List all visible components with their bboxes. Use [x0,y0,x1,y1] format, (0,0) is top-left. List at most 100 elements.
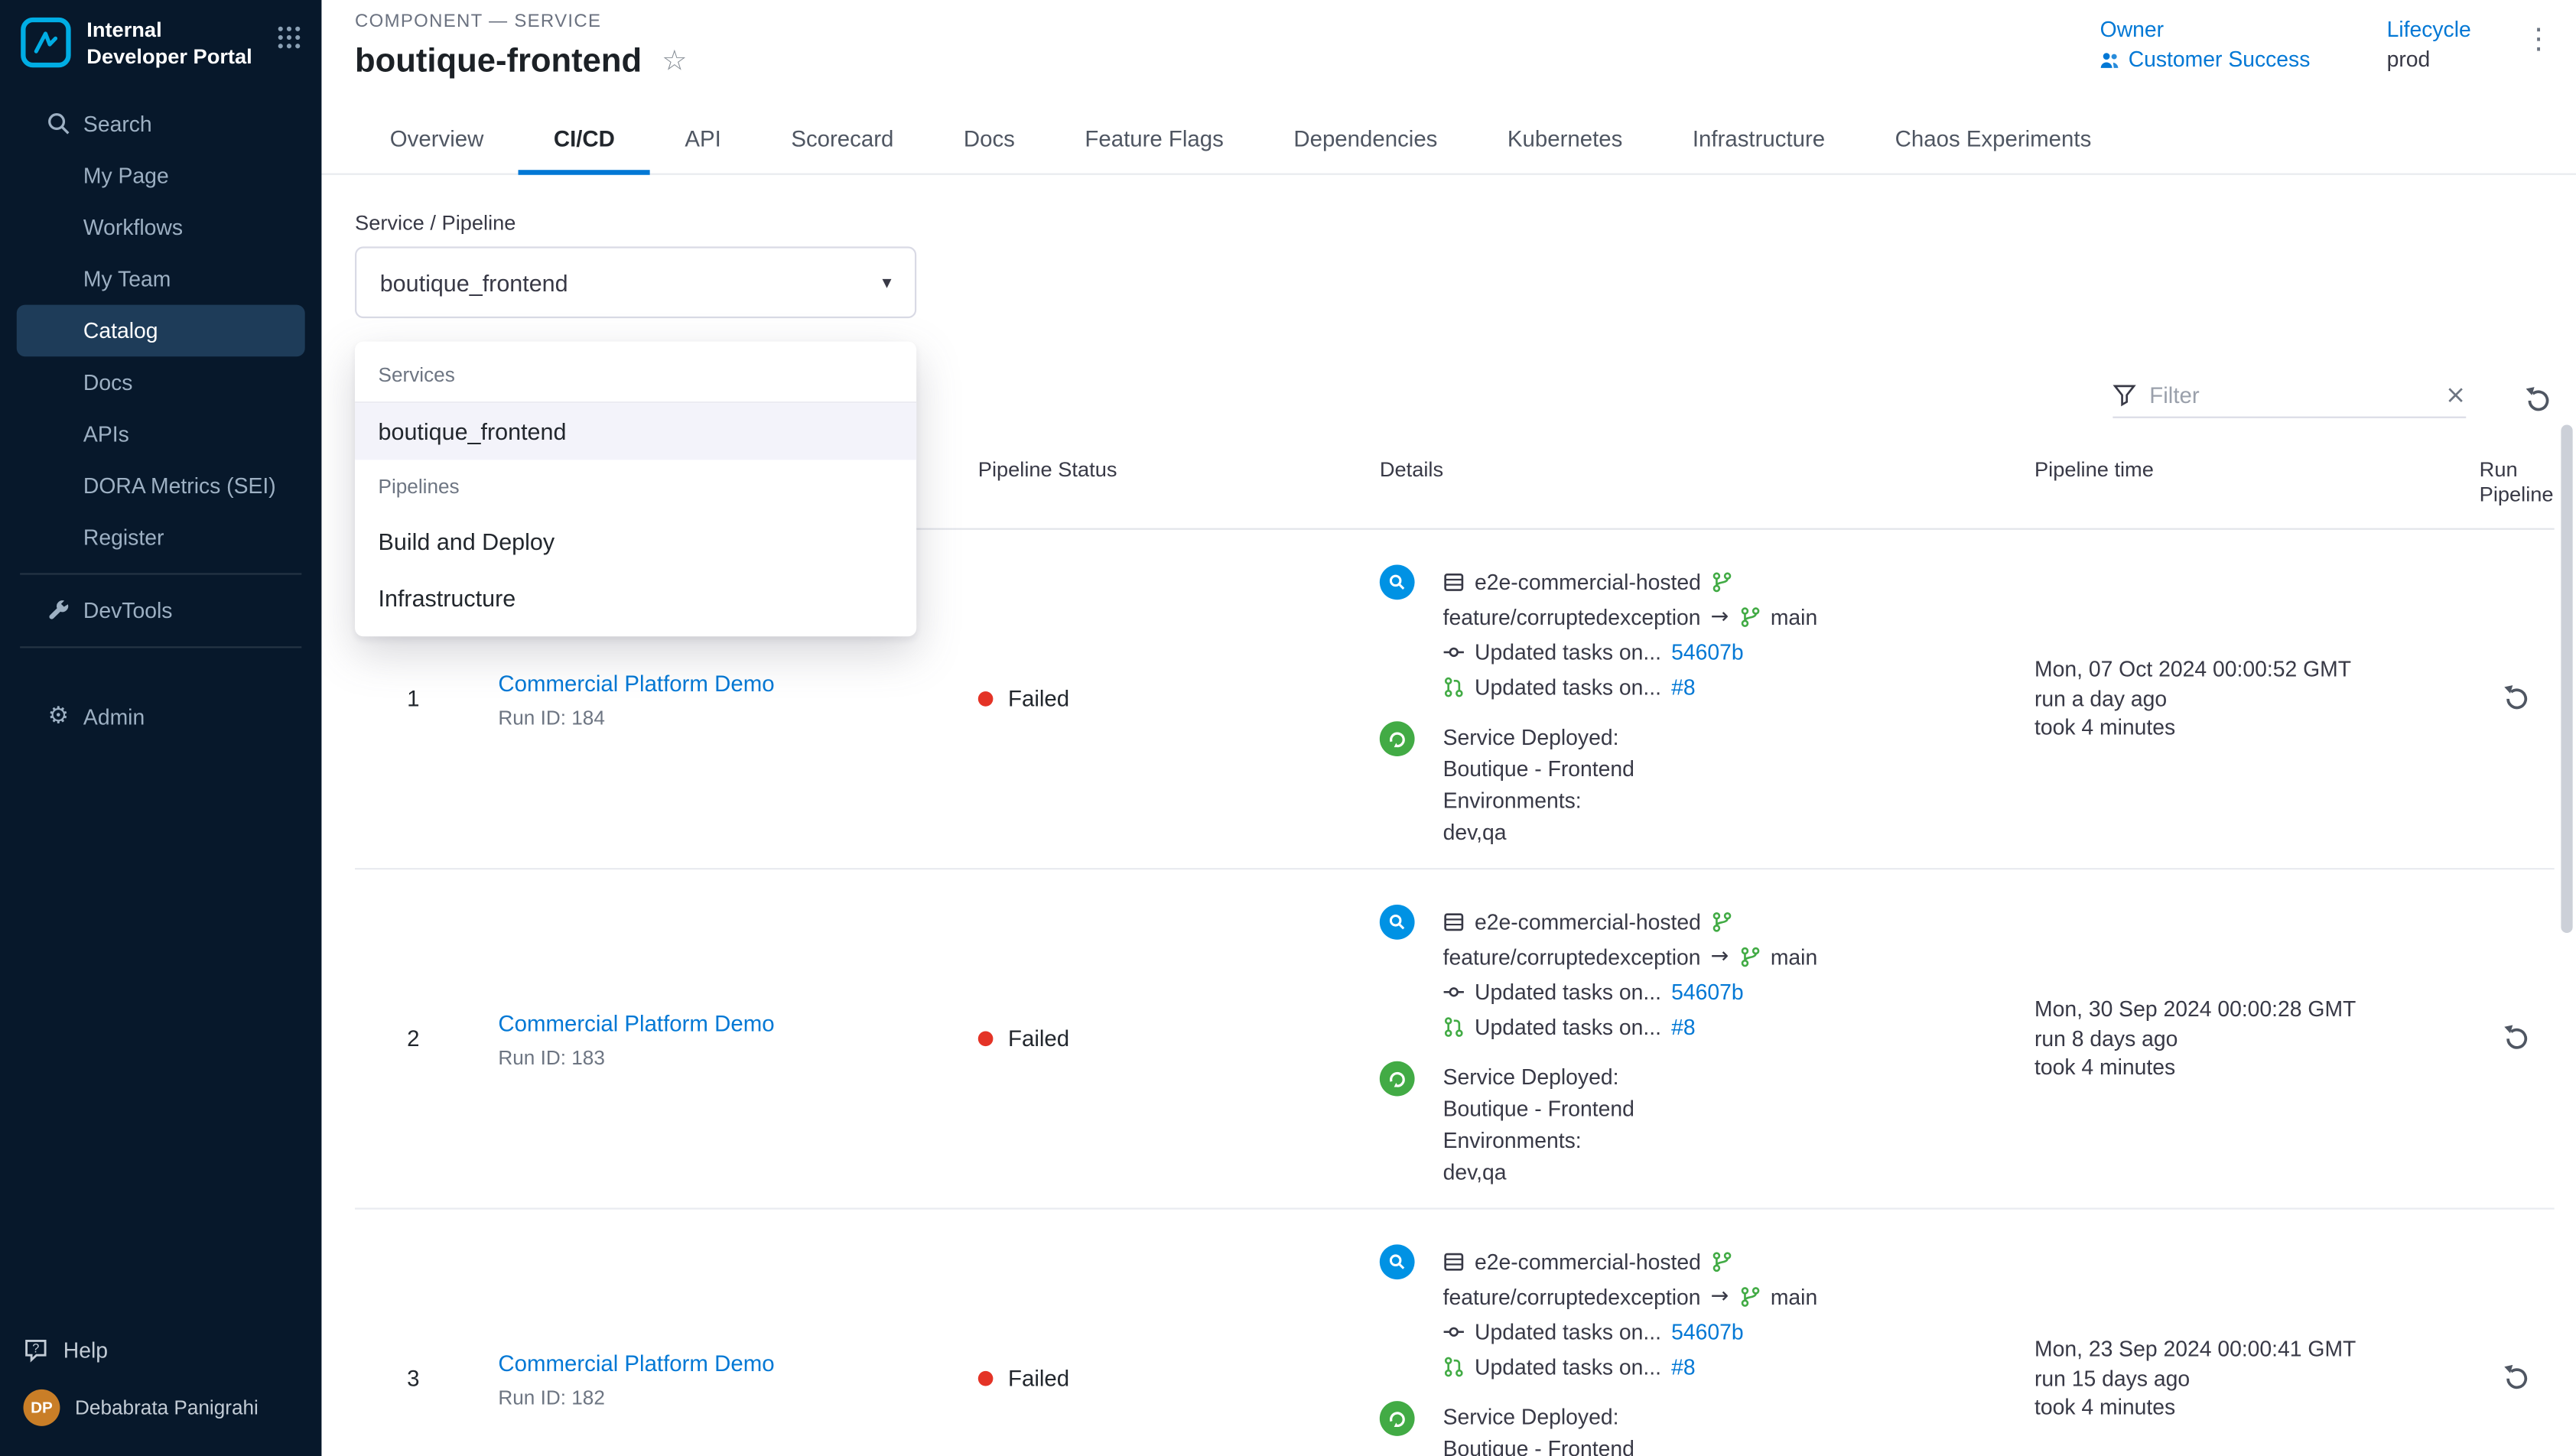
pipeline-select-label: Service / Pipeline [355,212,2555,235]
time-gmt: Mon, 23 Sep 2024 00:00:41 GMT [2034,1335,2480,1364]
user-menu[interactable]: DP Debabrata Panigrahi [0,1376,321,1442]
pr-link[interactable]: #8 [1671,1350,1696,1385]
tab-docs[interactable]: Docs [929,102,1050,174]
status-text: Failed [1008,687,1069,712]
pipeline-time-cell: Mon, 30 Sep 2024 00:00:28 GMT run 8 days… [2034,995,2480,1082]
tab-overview[interactable]: Overview [355,102,519,174]
environments-label: Environments: [1443,785,2034,816]
pull-request-icon [1443,1356,1465,1377]
run-pipeline-button[interactable] [2501,683,2532,714]
column-header-pipeline-status: Pipeline Status [955,458,1355,528]
sidebar-item-catalog[interactable]: Catalog [17,304,305,356]
sidebar-item-label: DevTools [83,597,172,622]
column-header-pipeline-time: Pipeline time [2034,458,2480,528]
tab-cicd[interactable]: CI/CD [519,102,650,174]
commit-message: Updated tasks on... [1475,974,1661,1009]
run-id: Run ID: 183 [498,1045,955,1068]
dropdown-option-boutique-frontend[interactable]: boutique_frontend [355,403,916,460]
sidebar-nav: Search My Page Workflows My Team Catalog… [0,84,321,743]
cd-stage-icon [1380,721,1415,756]
sidebar-item-workflows[interactable]: Workflows [17,201,305,253]
target-branch: main [1771,1279,1817,1315]
sidebar-header: Internal Developer Portal [0,0,321,84]
tab-chaos-experiments[interactable]: Chaos Experiments [1860,102,2126,174]
status-text: Failed [1008,1366,1069,1391]
status-cell: Failed [955,1366,1355,1391]
dropdown-option-build-and-deploy[interactable]: Build and Deploy [355,513,916,570]
dropdown-option-infrastructure[interactable]: Infrastructure [355,570,916,626]
pipeline-name-link[interactable]: Commercial Platform Demo [498,1010,774,1035]
sidebar-item-label: APIs [83,421,129,446]
time-duration: took 4 minutes [2034,1393,2480,1422]
main-panel: COMPONENT — SERVICE boutique-frontend ☆ … [321,0,2576,1456]
sidebar-item-devtools[interactable]: DevTools [17,584,305,636]
source-branch: feature/corruptedexception [1443,600,1701,635]
sidebar-item-label: Docs [83,369,133,395]
divider [20,645,301,647]
pull-request-icon [1443,676,1465,697]
sidebar-footer: Help DP Debabrata Panigrahi [0,1324,321,1456]
time-gmt: Mon, 30 Sep 2024 00:00:28 GMT [2034,995,2480,1024]
filter-field: × [2113,382,2466,418]
kebab-menu-icon[interactable]: ⋮ [2524,17,2552,57]
pipeline-name-link[interactable]: Commercial Platform Demo [498,1350,774,1376]
pipeline-select[interactable]: boutique_frontend ▾ [355,246,916,318]
commit-link[interactable]: 54607b [1671,1315,1744,1350]
sidebar-item-my-page[interactable]: My Page [17,149,305,201]
git-branch-icon [1738,1286,1760,1308]
clear-filter-icon[interactable]: × [2445,382,2466,408]
owner-link[interactable]: Customer Success [2100,47,2311,72]
pipeline-select-dropdown: Services boutique_frontend Pipelines Bui… [355,342,916,637]
commit-link[interactable]: 54607b [1671,635,1744,670]
tab-dependencies[interactable]: Dependencies [1259,102,1473,174]
tab-kubernetes[interactable]: Kubernetes [1472,102,1657,174]
scrollbar-thumb[interactable] [2561,425,2572,933]
commit-link[interactable]: 54607b [1671,974,1744,1009]
status-cell: Failed [955,687,1355,712]
pr-message: Updated tasks on... [1475,1009,1661,1045]
tab-infrastructure[interactable]: Infrastructure [1657,102,1860,174]
sidebar-item-docs[interactable]: Docs [17,356,305,408]
deploy-swirl-icon [1387,1068,1408,1089]
sidebar-item-admin[interactable]: ⚙ Admin [17,691,305,743]
sidebar-item-dora-metrics[interactable]: DORA Metrics (SEI) [17,459,305,511]
tab-feature-flags[interactable]: Feature Flags [1050,102,1259,174]
status-text: Failed [1008,1026,1069,1051]
sidebar-item-apis[interactable]: APIs [17,408,305,460]
sidebar-item-my-team[interactable]: My Team [17,252,305,304]
failed-status-dot [978,691,994,707]
refresh-button[interactable] [2522,384,2554,415]
repo-icon [1443,1251,1465,1272]
sidebar-item-register[interactable]: Register [17,511,305,563]
environments-value: dev,qa [1443,816,2034,847]
run-pipeline-button[interactable] [2501,1023,2532,1055]
pr-link[interactable]: #8 [1671,670,1696,705]
filter-funnel-icon [2113,383,2135,406]
pr-link[interactable]: #8 [1671,1009,1696,1045]
deployed-service: Boutique - Frontend [1443,753,2034,785]
filter-input[interactable] [2149,382,2431,408]
tab-scorecard[interactable]: Scorecard [756,102,929,174]
pipeline-row: 2 Commercial Platform Demo Run ID: 183 F… [355,869,2555,1209]
ci-stage-icon [1380,1244,1415,1279]
time-duration: took 4 minutes [2034,1053,2480,1082]
sidebar: Internal Developer Portal Search My Page… [0,0,321,1456]
repo-name: e2e-commercial-hosted [1475,905,1701,940]
search-icon [47,112,70,135]
sidebar-item-search[interactable]: Search [17,97,305,149]
favorite-star-icon[interactable]: ☆ [662,48,687,76]
help-button[interactable]: Help [0,1324,321,1376]
run-pipeline-button[interactable] [2501,1363,2532,1394]
repo-icon [1443,912,1465,933]
deploy-label: Service Deployed: [1443,1401,2034,1432]
pipeline-name-link[interactable]: Commercial Platform Demo [498,671,774,696]
app-grid-icon[interactable] [277,25,302,50]
owner-label: Owner [2100,17,2311,42]
lifecycle-label: Lifecycle [2387,17,2471,42]
help-label: Help [63,1337,108,1363]
commit-message: Updated tasks on... [1475,1315,1661,1350]
tab-api[interactable]: API [650,102,756,174]
chevron-down-icon: ▾ [882,271,891,293]
environments-label: Environments: [1443,1125,2034,1156]
arrow-right-icon: → [1711,940,1729,975]
